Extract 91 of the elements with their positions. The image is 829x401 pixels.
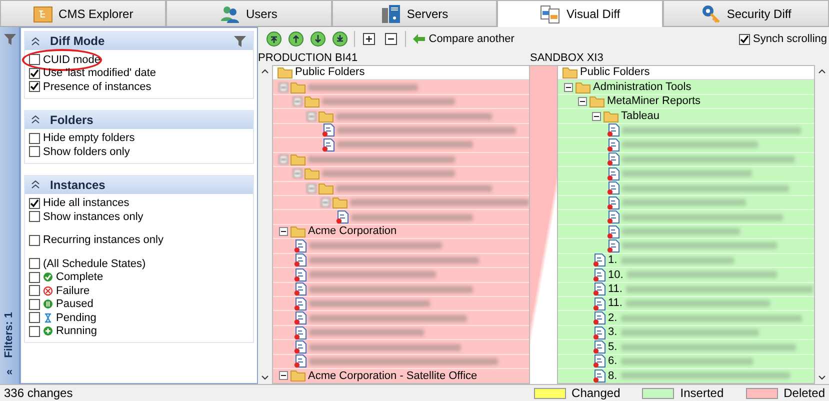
- tree-label: 2.: [608, 310, 618, 326]
- legend-label: Changed: [572, 385, 620, 401]
- tab[interactable]: CMS Explorer: [0, 0, 166, 26]
- tree-label: MetaMiner Reports: [607, 94, 701, 110]
- checkbox-label: Show folders only: [43, 144, 130, 160]
- pane-title: PRODUCTION BI41: [258, 50, 359, 66]
- filter-count-label: Filters: 1: [2, 312, 16, 358]
- tree-label: 8.: [608, 368, 618, 383]
- section-header[interactable]: Diff Mode: [25, 32, 253, 50]
- checkbox-label: Show instances only: [43, 210, 144, 224]
- checkbox[interactable]: [29, 146, 40, 158]
- checkbox[interactable]: [29, 234, 40, 246]
- pause-icon: [43, 299, 53, 310]
- checkbox[interactable]: [29, 132, 40, 144]
- scroll-down-icon[interactable]: [261, 375, 269, 381]
- check-circle-icon: [43, 272, 53, 282]
- checkbox[interactable]: [739, 34, 750, 44]
- legend-label: Deleted: [784, 385, 825, 401]
- hourglass-icon: [43, 312, 53, 323]
- legend-label: Inserted: [680, 385, 724, 401]
- collapse-icon[interactable]: [279, 227, 288, 236]
- scroll-down-icon[interactable]: [818, 375, 826, 381]
- checkbox[interactable]: [29, 285, 40, 296]
- collapse-icon[interactable]: [578, 97, 587, 106]
- checkbox-label: (All Schedule States): [43, 256, 146, 272]
- folder-icon: [32, 4, 53, 24]
- collapse-icon[interactable]: [564, 82, 573, 92]
- users-icon: [220, 4, 240, 24]
- checkbox[interactable]: [29, 81, 40, 92]
- compare-another-button[interactable]: Compare another: [412, 30, 514, 48]
- checkbox[interactable]: [29, 211, 40, 222]
- collapse-button[interactable]: «: [6, 364, 13, 380]
- checkbox-label: Pending: [56, 310, 96, 326]
- tab[interactable]: Security Diff: [663, 0, 829, 26]
- tree-label: 6.: [608, 354, 618, 370]
- collapse-all-button[interactable]: [383, 31, 399, 47]
- collapse-icon[interactable]: [279, 371, 288, 380]
- tab[interactable]: Servers: [332, 0, 498, 26]
- scroll-up-icon[interactable]: [818, 68, 826, 74]
- checkbox[interactable]: [29, 68, 40, 79]
- documents-icon: [540, 4, 560, 24]
- tree-label: 11.: [608, 282, 622, 298]
- tree-label: 5.: [608, 340, 618, 355]
- section-header[interactable]: Folders: [25, 110, 253, 128]
- move-down-button[interactable]: [310, 31, 326, 47]
- expand-all-button[interactable]: [361, 31, 377, 47]
- checkbox-label: Hide empty folders: [43, 131, 135, 146]
- tree-label: 10.: [608, 268, 624, 283]
- move-top-button[interactable]: [266, 31, 282, 47]
- checkbox[interactable]: [29, 326, 40, 337]
- section-header[interactable]: Instances: [25, 176, 253, 194]
- tree-label: Public Folders: [580, 66, 650, 80]
- key-icon: [700, 4, 721, 24]
- tree-label: 1.: [608, 253, 618, 268]
- plus-circle-icon: [43, 326, 53, 336]
- tab[interactable]: Visual Diff: [497, 0, 664, 27]
- checkbox-label: Use 'last modified' date: [43, 66, 156, 81]
- tab[interactable]: Users: [166, 0, 332, 26]
- checkbox[interactable]: [29, 298, 40, 310]
- scroll-up-icon[interactable]: [261, 68, 269, 74]
- filter-icon[interactable]: [233, 34, 247, 48]
- tree-label: Acme Corporation - Satellite Office: [308, 368, 478, 383]
- checkbox[interactable]: [29, 54, 40, 66]
- checkbox-label: Presence of instances: [43, 80, 152, 94]
- tree-label: Administration Tools: [593, 80, 692, 95]
- checkbox[interactable]: [29, 258, 40, 270]
- tree-label: Public Folders: [295, 66, 365, 80]
- left-arrow-icon: [412, 33, 426, 45]
- checkbox[interactable]: [29, 312, 40, 324]
- checkbox[interactable]: [29, 272, 40, 283]
- checkbox-label: Failure: [56, 284, 90, 298]
- checkbox-label: Running: [56, 324, 97, 339]
- change-count: 336 changes: [4, 385, 73, 401]
- tree-label: 3.: [608, 325, 618, 340]
- checkbox[interactable]: [29, 198, 40, 209]
- tree-label: Tableau: [621, 108, 660, 124]
- checkbox-label: CUID mode: [43, 52, 100, 68]
- server-icon: [380, 4, 401, 24]
- checkbox-label: Synch scrolling: [753, 32, 827, 47]
- move-bottom-button[interactable]: [332, 31, 348, 47]
- checkbox-label: Complete: [56, 270, 104, 285]
- tree-label: Acme Corporation: [308, 224, 397, 240]
- checkbox-label: Hide all instances: [43, 196, 130, 211]
- filter-icon: [2, 33, 16, 46]
- checkbox-label: Recurring instances only: [43, 233, 164, 248]
- collapse-icon[interactable]: [592, 112, 601, 121]
- error-icon: [43, 286, 53, 296]
- tree-label: 11.: [608, 296, 622, 312]
- pane-title: SANDBOX XI3: [530, 50, 604, 66]
- move-up-button[interactable]: [288, 31, 304, 47]
- checkbox-label: Paused: [56, 297, 94, 312]
